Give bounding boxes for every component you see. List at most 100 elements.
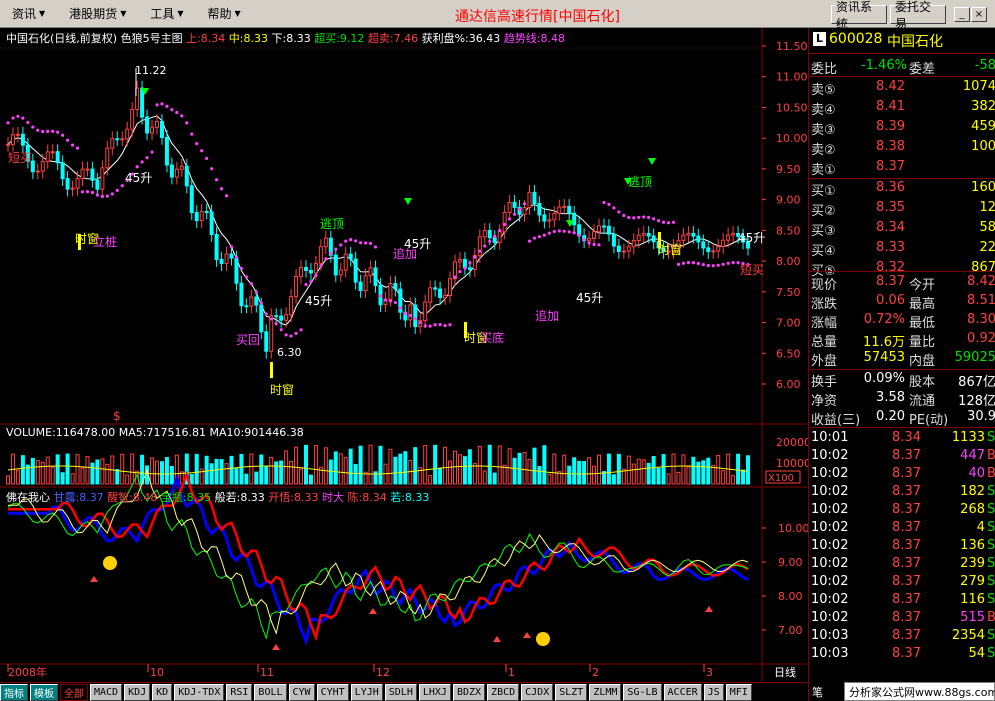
tab-lhxj[interactable]: LHXJ [418,683,451,701]
trend-dot [210,167,214,171]
ask-row: 卖⑤ 8.42 1074 [809,78,995,98]
ask-label: 卖② [811,143,836,158]
stat2-label: 换手 [811,375,838,390]
tab-mfi[interactable]: MFI [725,683,752,701]
indicator-axis-label: 8.00 [778,590,803,603]
candle-body [284,314,289,321]
close-icon[interactable]: × [971,7,987,22]
tab-cyht[interactable]: CYHT [316,683,349,701]
price-axis-label: 8.00 [776,255,801,268]
info-system-button[interactable]: 资讯系统 [831,0,887,31]
trend-dot [652,217,656,221]
candle-body [542,214,547,222]
candle-body [601,225,606,228]
trend-dot [657,219,661,223]
tick-time: 10:02 [811,448,849,463]
volume-bar [55,454,60,485]
trend-dot [527,239,532,243]
volume-bar [408,459,413,485]
tab-rsi[interactable]: RSI [226,683,253,701]
tick-row: 10:02 8.37 116 S [809,591,995,609]
tab-bdzx[interactable]: BDZX [452,683,486,701]
volume-bar [388,448,393,485]
tab-js[interactable]: JS [703,683,724,701]
tab-kd[interactable]: KD [152,683,173,701]
chart-area[interactable]: 11.50 11.00 10.50 10.00 9.50 9.00 8.50 8.00 7.50… [0,28,808,682]
tab-slzt[interactable]: SLZT [555,683,588,701]
trend-dot [438,322,442,327]
candle-body [65,178,70,190]
candle-body [95,179,100,190]
menu-news-label: 资讯 [12,7,37,21]
minimize-icon[interactable]: _ [954,7,970,22]
time-window-bar [270,362,273,378]
up-arrow-icon [523,632,531,638]
tab-kdj-tdx[interactable]: KDJ-TDX [174,683,225,701]
tab-cjdx[interactable]: CJDX [521,683,554,701]
tick-time: 10:02 [811,592,849,607]
tab-cyw[interactable]: CYW [288,683,315,701]
tab-kdj[interactable]: KDJ [124,683,151,701]
candle-body [502,211,507,233]
trend-dot [56,130,60,134]
time-axis-label: 2 [592,666,599,679]
tab-zlmm[interactable]: ZLMM [589,683,622,701]
stat-value: 8.42 [967,274,995,289]
trend-dot [140,160,144,164]
trend-dot [309,279,313,284]
ask-label: 卖④ [811,103,836,118]
volume-axis-label: 10000 [776,457,808,470]
trend-dot [51,129,55,133]
candle-body [264,331,269,352]
tab-全部[interactable]: 全部 [60,683,88,701]
tab-accer[interactable]: ACCER [663,683,702,701]
volume-bar [154,460,159,485]
menu-news[interactable]: 资讯 ▼ [0,0,57,28]
trend-dot [205,156,209,161]
indicator-header: 佛在我心 甘露:8.37 醒智:8.48 宝瓶:8.35 般若:8.33 开悟:… [6,489,429,505]
trend-dot [334,247,338,251]
tab-模板[interactable]: 模板 [30,683,58,701]
candle-body [522,207,527,215]
tab-sg-lb[interactable]: SG-LB [623,683,662,701]
app-title: 通达信高速行情[中国石化] [455,9,620,25]
tab-lyjh[interactable]: LYJH [350,683,383,701]
menu-hk-futures[interactable]: 港股期货 ▼ [57,0,138,28]
ask-price: 8.37 [876,159,905,174]
trend-dot [80,190,85,194]
tab-指标[interactable]: 指标 [0,683,28,701]
volume-bar [358,445,363,485]
ask-row: 卖③ 8.39 459 [809,118,995,138]
stock-name: 中国石化 [887,34,943,50]
tick-volume: 268 [960,502,985,517]
menu-help[interactable]: 帮助 ▼ [196,0,253,28]
tab-sdlh[interactable]: SDLH [384,683,417,701]
tick-flag: B [987,466,995,481]
trend-dot [75,146,80,150]
candle-body [562,205,567,208]
menu-tools[interactable]: 工具 ▼ [138,0,195,28]
tab-macd[interactable]: MACD [90,683,123,701]
stat2-value: 867亿 [958,375,995,390]
trade-button[interactable]: 委托交易 [890,0,946,31]
volume-bar [95,459,100,485]
volume-bar [592,465,597,485]
chart-canvas[interactable]: 11.50 11.00 10.50 10.00 9.50 9.00 8.50 8.00 7.50… [0,28,808,682]
ask-price: 8.38 [876,139,905,154]
trend-dot [229,245,234,249]
trend-dot [344,239,348,243]
trend-dot [676,262,681,266]
tick-price: 8.37 [892,448,921,463]
volume-bar [75,454,80,485]
volume-axis-label: 20000 [776,436,808,449]
candle-body [274,315,279,318]
divider [809,271,995,272]
stock-head: L 600028 中国石化 [809,28,995,52]
tab-boll[interactable]: BOLL [254,683,287,701]
candle-body [572,212,577,226]
candle-body [726,234,731,241]
trend-dot [428,324,432,328]
tab-zbcd[interactable]: ZBCD [487,683,520,701]
candle-body [512,201,517,208]
volume-bar [249,453,254,485]
